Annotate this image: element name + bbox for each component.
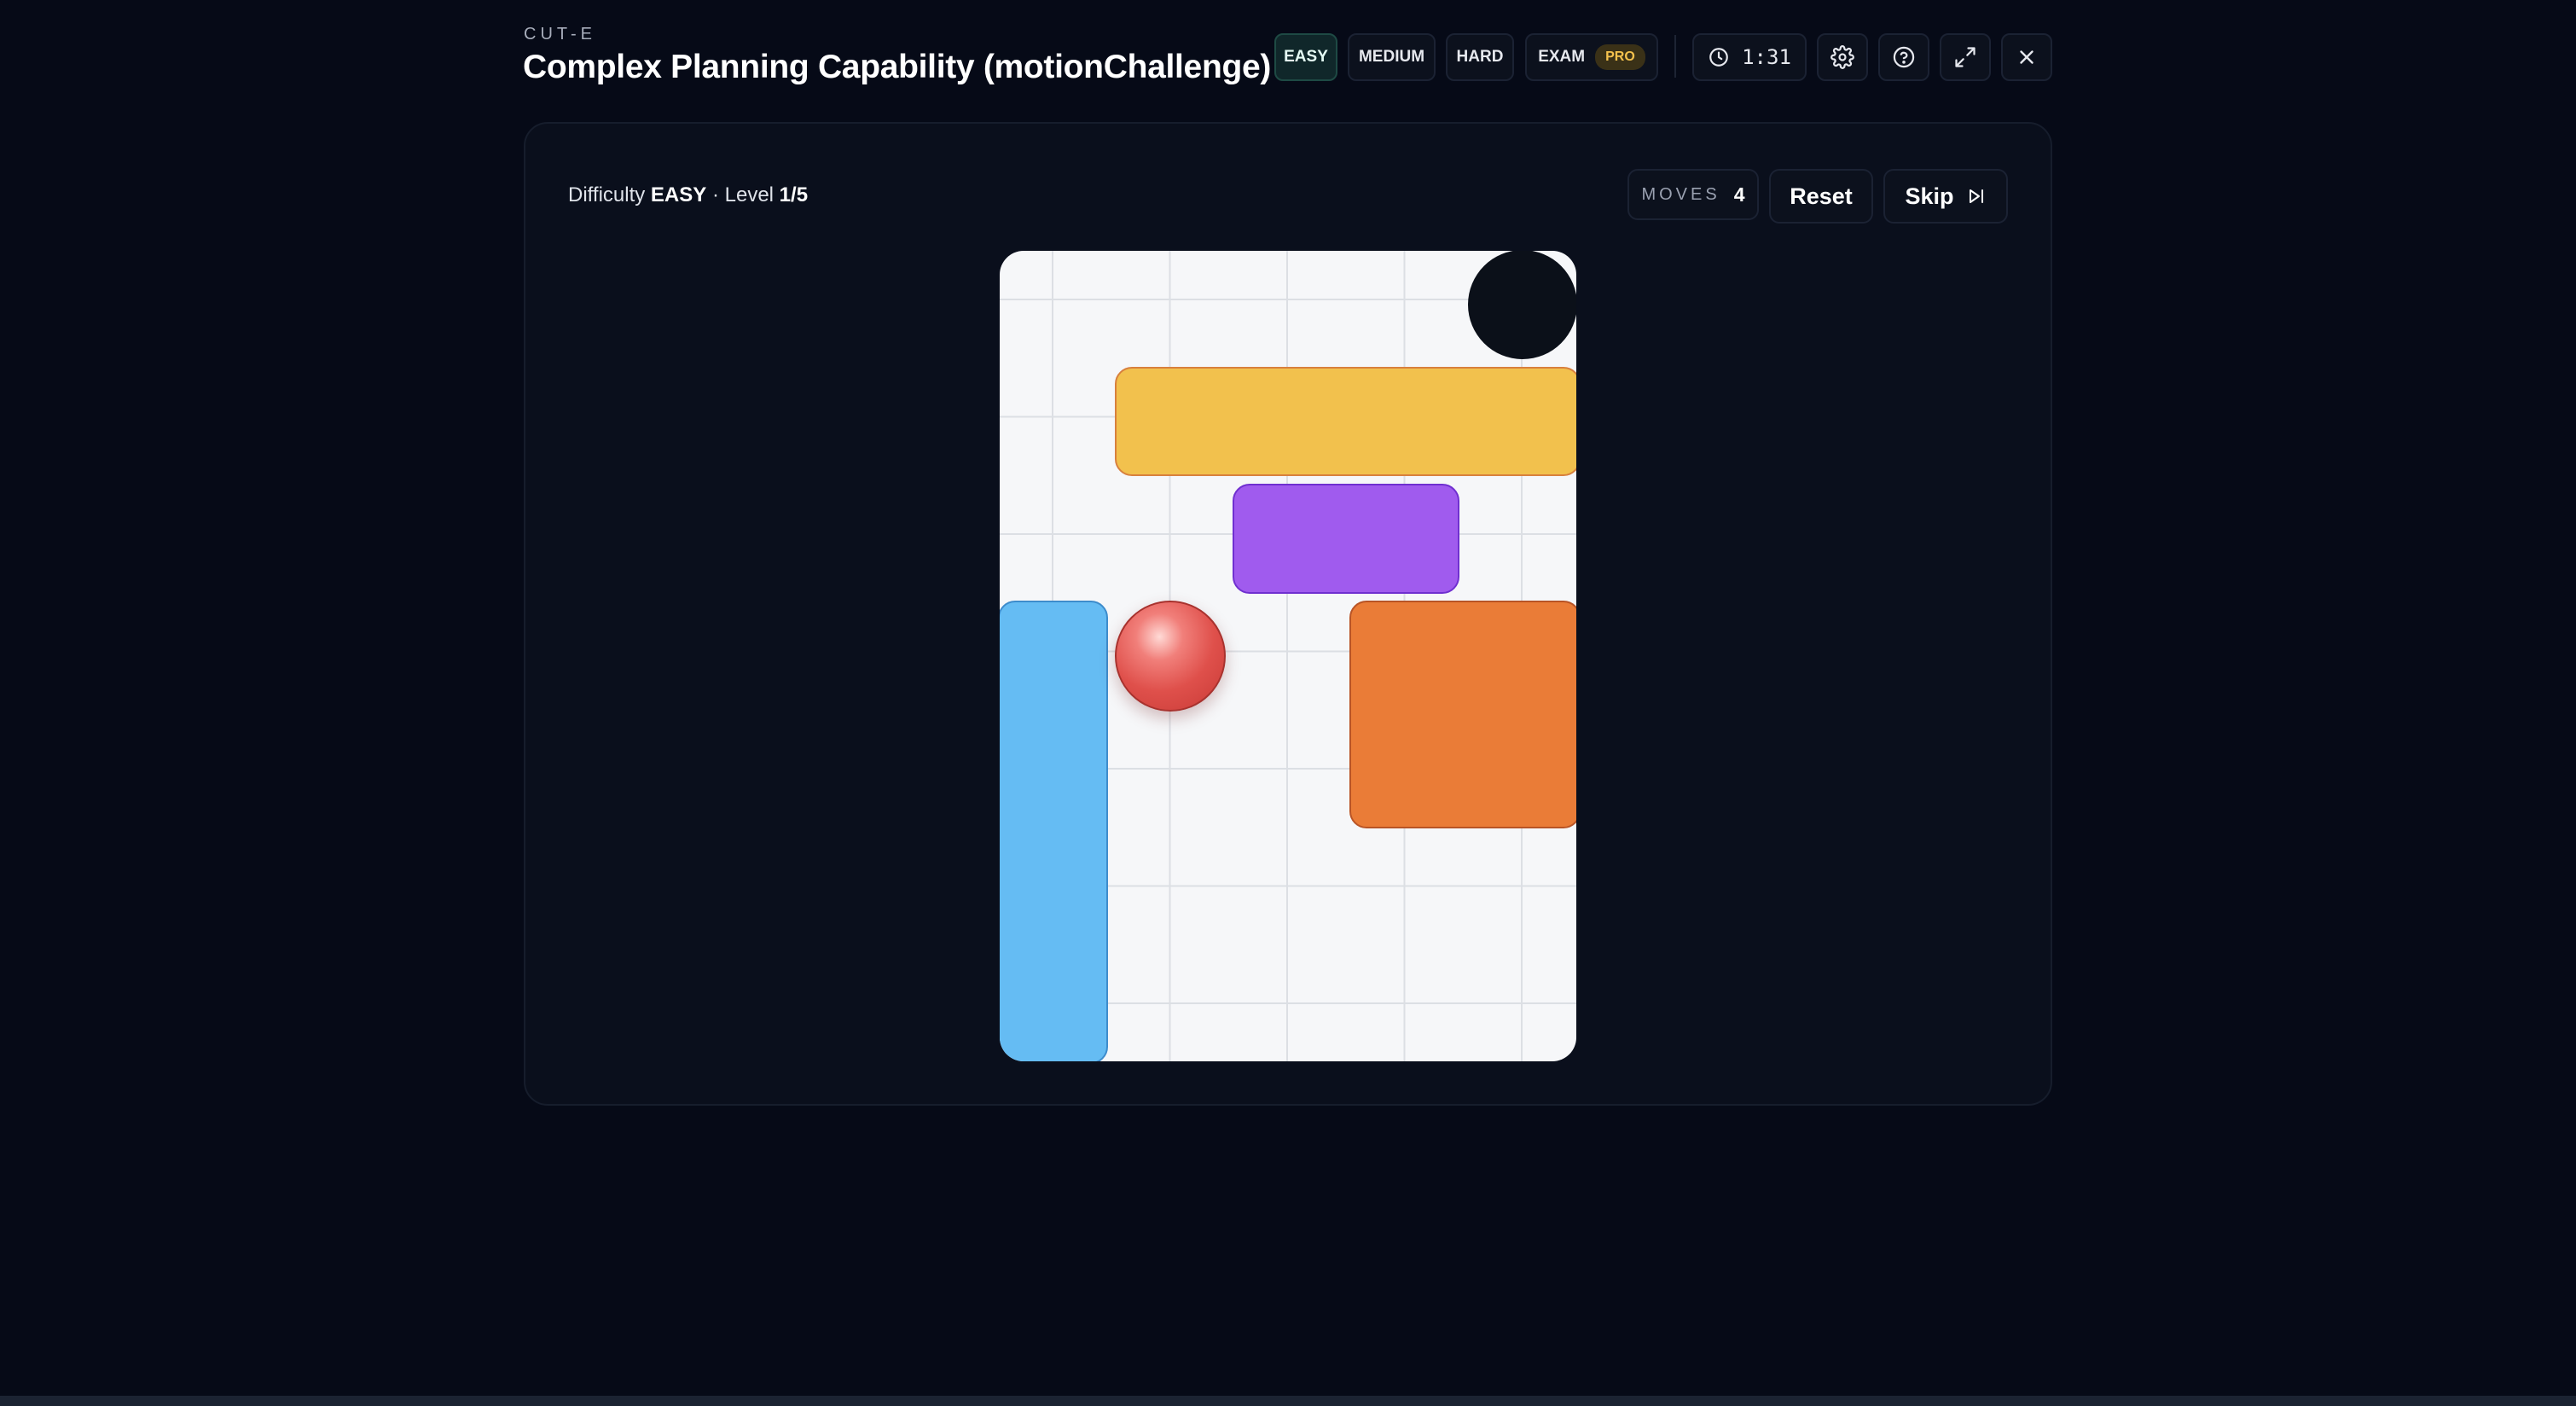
- level-value: 1/5: [779, 183, 809, 206]
- difficulty-hard-button[interactable]: HARD: [1446, 33, 1514, 81]
- exam-label: EXAM: [1538, 48, 1586, 66]
- app-root: CUT-E Complex Planning Capability (motio…: [0, 0, 2576, 1406]
- page-title: Complex Planning Capability (motionChall…: [523, 49, 1272, 85]
- bottom-bar: [0, 1396, 2576, 1406]
- level-info: Difficulty EASY · Level 1/5: [568, 183, 808, 207]
- difficulty-label: Difficulty: [568, 183, 646, 206]
- question-icon: [1892, 45, 1916, 69]
- expand-icon: [1953, 45, 1977, 69]
- settings-button[interactable]: [1817, 33, 1868, 81]
- brand-label: CUT-E: [524, 25, 596, 44]
- close-button[interactable]: [2001, 33, 2052, 81]
- skip-label: Skip: [1905, 183, 1954, 209]
- level-label: Level: [724, 183, 774, 206]
- separator-dot: ·: [711, 183, 719, 206]
- gear-icon: [1830, 45, 1854, 69]
- fullscreen-button[interactable]: [1940, 33, 1991, 81]
- skip-button[interactable]: Skip: [1883, 169, 2008, 224]
- purple-block[interactable]: [1233, 484, 1459, 594]
- difficulty-easy-button[interactable]: EASY: [1274, 33, 1337, 81]
- moves-label: MOVES: [1641, 184, 1720, 204]
- timer-display: 1:31: [1692, 33, 1807, 81]
- skip-forward-icon: [1966, 186, 1987, 206]
- difficulty-exam-button[interactable]: EXAM PRO: [1525, 33, 1658, 81]
- clock-icon: [1708, 46, 1730, 68]
- help-button[interactable]: [1878, 33, 1929, 81]
- yellow-block[interactable]: [1115, 367, 1576, 476]
- moves-counter: MOVES 4: [1627, 169, 1759, 220]
- reset-button[interactable]: Reset: [1769, 169, 1873, 224]
- header-divider: [1674, 35, 1676, 78]
- close-icon: [2016, 46, 2038, 68]
- pro-badge: PRO: [1595, 44, 1645, 70]
- red-ball[interactable]: [1115, 601, 1226, 712]
- moves-value: 4: [1733, 183, 1745, 206]
- timer-value: 1:31: [1742, 45, 1791, 69]
- blue-block[interactable]: [1000, 601, 1108, 1061]
- orange-block[interactable]: [1349, 601, 1576, 828]
- difficulty-value: EASY: [650, 183, 707, 206]
- difficulty-medium-button[interactable]: MEDIUM: [1348, 33, 1436, 81]
- goal-hole: [1468, 251, 1576, 359]
- game-board: [1000, 251, 1576, 1061]
